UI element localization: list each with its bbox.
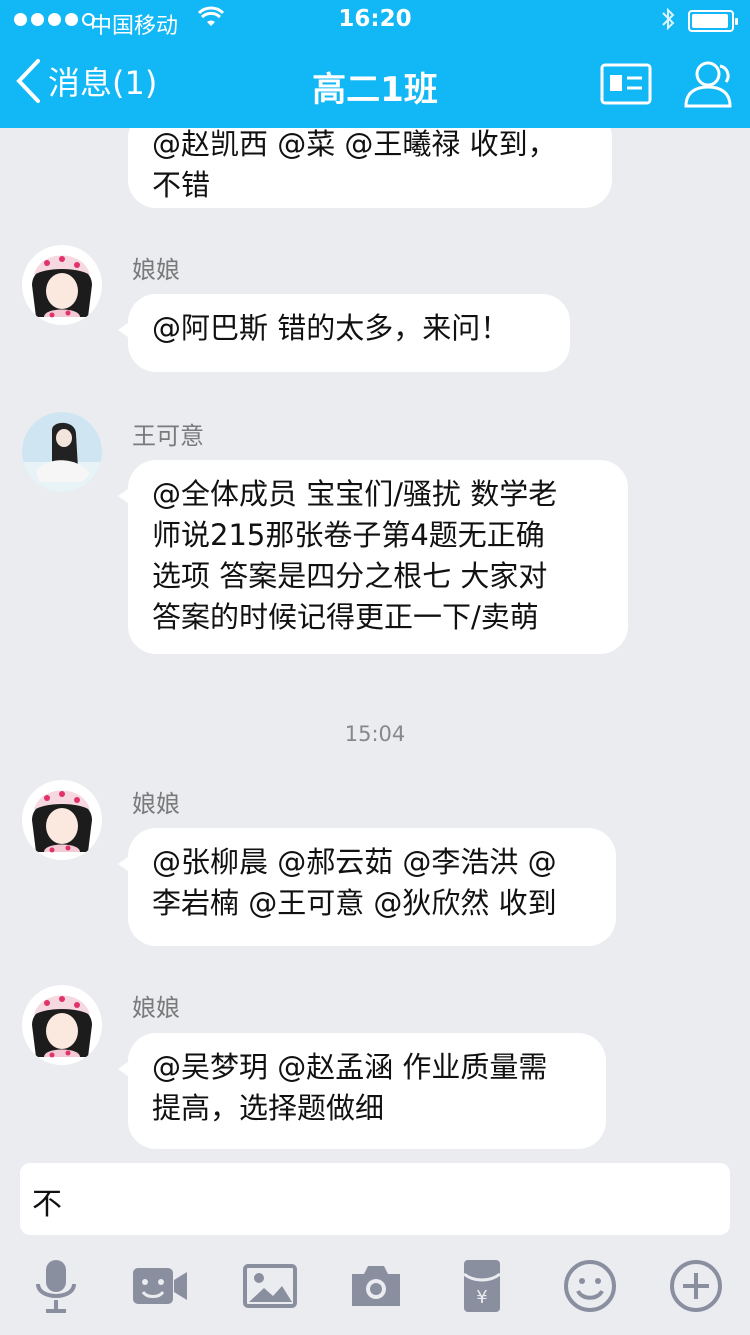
avatar[interactable] (22, 985, 102, 1065)
status-time: 16:20 (338, 6, 412, 32)
message-list[interactable]: @赵凯西 @菜 @王曦禄 收到， 不错 娘娘 @阿巴斯 错的太多，来问！ 王可意… (0, 128, 750, 1158)
message-bubble[interactable]: @吴梦玥 @赵孟涵 作业质量需 提高，选择题做细 (118, 1033, 606, 1149)
avatar[interactable] (22, 780, 102, 860)
message-bubble[interactable]: @赵凯西 @菜 @王曦禄 收到， 不错 (128, 128, 612, 208)
header-bar: 中国移动 16:20 消息(1) 高二1班 (0, 0, 750, 128)
sender-name: 王可意 (132, 422, 204, 450)
video-icon[interactable] (130, 1256, 190, 1316)
status-bar: 中国移动 16:20 (0, 0, 750, 40)
battery-icon (688, 10, 738, 32)
message-bubble[interactable]: @阿巴斯 错的太多，来问！ (118, 294, 570, 372)
avatar[interactable] (22, 412, 102, 492)
sender-name: 娘娘 (132, 256, 180, 284)
mic-icon[interactable] (26, 1256, 86, 1316)
avatar[interactable] (22, 245, 102, 325)
message-bubble[interactable]: @全体成员 宝宝们/骚扰 数学老 师说215那张卷子第4题无正确 选项 答案是四… (118, 460, 628, 654)
red-packet-icon[interactable]: ¥ (452, 1256, 512, 1316)
group-card-icon[interactable] (600, 62, 652, 106)
sender-name: 娘娘 (132, 994, 180, 1022)
svg-text:¥: ¥ (476, 1287, 487, 1308)
nav-bar: 消息(1) 高二1班 (0, 40, 750, 128)
image-icon[interactable] (240, 1256, 300, 1316)
input-toolbar: ¥ (0, 1246, 750, 1326)
message-timestamp: 15:04 (344, 722, 406, 746)
camera-icon[interactable] (346, 1256, 406, 1316)
sender-name: 娘娘 (132, 790, 180, 818)
emoji-icon[interactable] (560, 1256, 620, 1316)
message-bubble[interactable]: @张柳晨 @郝云茹 @李浩洪 @ 李岩楠 @王可意 @狄欣然 收到 (118, 828, 616, 946)
group-members-icon[interactable] (680, 56, 736, 112)
message-input[interactable]: 不 (20, 1163, 730, 1235)
bluetooth-icon (660, 6, 676, 38)
plus-icon[interactable] (666, 1256, 726, 1316)
